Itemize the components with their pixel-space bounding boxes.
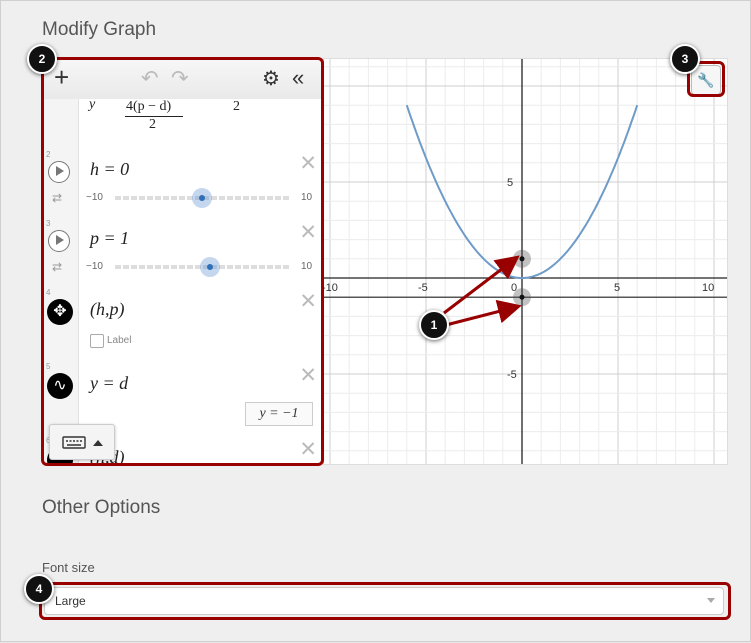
page: Modify Graph + ↶ ↷ ⚙ « y 4(p − d) 2 2 2 … xyxy=(0,0,751,642)
callout-badge-4: 4 xyxy=(24,574,54,604)
callout-arrow xyxy=(445,299,522,327)
callout-badge-1: 1 xyxy=(419,310,449,340)
callout-arrow xyxy=(443,255,520,315)
callout-badge-3: 3 xyxy=(670,44,700,74)
callout-badge-2: 2 xyxy=(27,44,57,74)
callout-arrows xyxy=(443,255,522,327)
